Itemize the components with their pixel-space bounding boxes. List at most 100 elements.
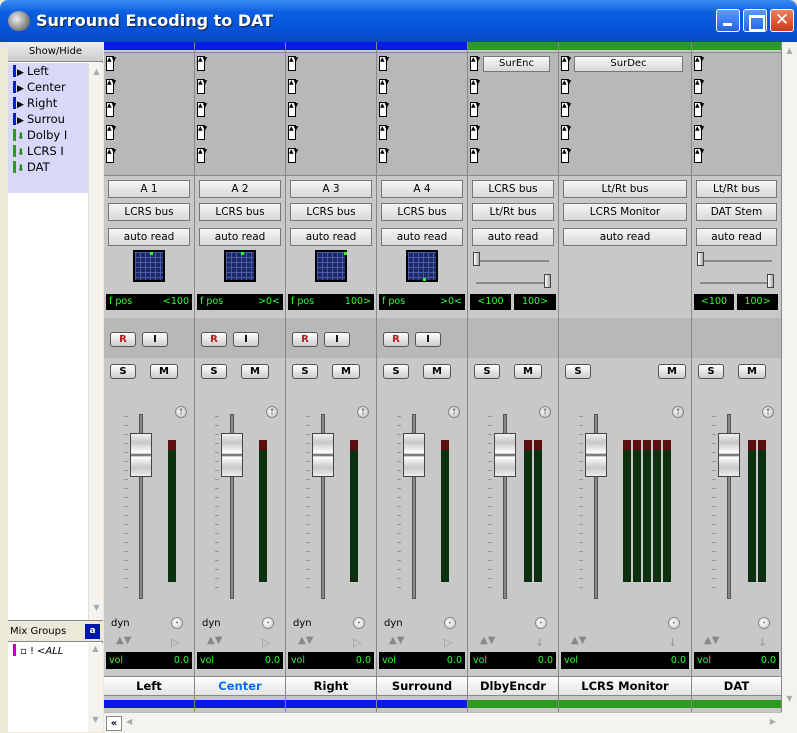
input-selector[interactable]: A 2 [199, 180, 281, 198]
pan-left-thumb[interactable] [473, 252, 480, 266]
track-name[interactable]: Center [195, 676, 285, 696]
volume-fader-handle[interactable] [130, 433, 152, 477]
insert-selector-icon[interactable]: ▲▼ [694, 79, 704, 94]
insert-selector-icon[interactable]: ▲▼ [288, 79, 298, 94]
insert-selector-icon[interactable]: ▲▼ [561, 125, 571, 140]
insert-selector-icon[interactable]: ▲▼ [694, 102, 704, 117]
insert-selector-icon[interactable]: ▲▼ [106, 79, 116, 94]
mute-button[interactable]: M [738, 364, 766, 379]
track-list-item[interactable]: ▶ Right [8, 95, 88, 111]
scroll-up-icon[interactable]: ▲ [783, 46, 796, 55]
nudge-arrows-icon[interactable]: ▲▼ [389, 635, 404, 646]
nudge-arrows-icon[interactable]: ▲▼ [116, 635, 131, 646]
output-arrow-icon[interactable]: ↓ [758, 636, 767, 649]
solo-button[interactable]: S [383, 364, 409, 379]
close-button[interactable]: ✕ [770, 9, 794, 32]
output-arrow-icon[interactable]: ▷ [444, 636, 452, 649]
vertical-scrollbar[interactable]: ▲ ▼ [782, 42, 797, 712]
send-knob-icon[interactable]: • [171, 617, 183, 629]
automation-mode-selector[interactable]: auto read [563, 228, 687, 246]
solo-button[interactable]: S [565, 364, 591, 379]
send-knob-icon[interactable]: • [262, 617, 274, 629]
record-enable-button[interactable]: R [383, 332, 409, 347]
panel-knob-icon[interactable]: † [672, 406, 684, 418]
insert-plugin-button[interactable]: SurDec [574, 56, 683, 72]
track-name[interactable]: Left [104, 676, 194, 696]
solo-button[interactable]: S [292, 364, 318, 379]
solo-button[interactable]: S [201, 364, 227, 379]
panel-knob-icon[interactable]: † [266, 406, 278, 418]
send-knob-icon[interactable]: • [758, 617, 770, 629]
track-name[interactable]: DAT [692, 676, 781, 696]
nudge-arrows-icon[interactable]: ▲▼ [571, 635, 586, 646]
insert-selector-icon[interactable]: ▲▼ [106, 125, 116, 140]
output-arrow-icon[interactable]: ▷ [262, 636, 270, 649]
scroll-down-icon[interactable]: ▼ [90, 601, 103, 615]
panel-knob-icon[interactable]: † [448, 406, 460, 418]
solo-button[interactable]: S [698, 364, 724, 379]
panel-knob-icon[interactable]: † [175, 406, 187, 418]
insert-selector-icon[interactable]: ▲▼ [561, 102, 571, 117]
output-selector[interactable]: LCRS bus [199, 203, 281, 221]
mix-groups-header[interactable]: Mix Groups a [8, 620, 103, 642]
insert-selector-icon[interactable]: ▲▼ [379, 125, 389, 140]
insert-selector-icon[interactable]: ▲▼ [197, 125, 207, 140]
insert-selector-icon[interactable]: ▲▼ [197, 56, 207, 71]
mix-group-row[interactable]: ▫ ! <ALL [8, 644, 88, 660]
insert-selector-icon[interactable]: ▲▼ [106, 102, 116, 117]
insert-selector-icon[interactable]: ▲▼ [694, 148, 704, 163]
input-monitor-button[interactable]: I [415, 332, 441, 347]
mute-button[interactable]: M [423, 364, 451, 379]
output-arrow-icon[interactable]: ▷ [171, 636, 179, 649]
insert-selector-icon[interactable]: ▲▼ [288, 102, 298, 117]
record-enable-button[interactable]: R [201, 332, 227, 347]
input-monitor-button[interactable]: I [142, 332, 168, 347]
insert-selector-icon[interactable]: ▲▼ [379, 102, 389, 117]
insert-selector-icon[interactable]: ▲▼ [470, 125, 480, 140]
output-selector[interactable]: LCRS bus [108, 203, 190, 221]
input-selector[interactable]: A 1 [108, 180, 190, 198]
insert-selector-icon[interactable]: ▲▼ [197, 102, 207, 117]
insert-selector-icon[interactable]: ▲▼ [694, 56, 704, 71]
input-monitor-button[interactable]: I [324, 332, 350, 347]
surround-panner[interactable] [133, 250, 165, 282]
insert-selector-icon[interactable]: ▲▼ [561, 56, 571, 71]
panel-knob-icon[interactable]: † [762, 406, 774, 418]
pan-right-thumb[interactable] [767, 274, 774, 288]
automation-mode-selector[interactable]: auto read [199, 228, 281, 246]
automation-mode-selector[interactable]: auto read [108, 228, 190, 246]
automation-mode-selector[interactable]: auto read [381, 228, 463, 246]
track-list-item[interactable]: ▶ Surrou [8, 111, 88, 127]
insert-selector-icon[interactable]: ▲▼ [470, 148, 480, 163]
record-enable-button[interactable]: R [292, 332, 318, 347]
automation-mode-selector[interactable]: auto read [472, 228, 554, 246]
insert-selector-icon[interactable]: ▲▼ [470, 56, 480, 71]
nudge-arrows-icon[interactable]: ▲▼ [704, 635, 719, 646]
volume-fader-handle[interactable] [585, 433, 607, 477]
insert-selector-icon[interactable]: ▲▼ [694, 125, 704, 140]
title-bar[interactable]: Surround Encoding to DAT ✕ [0, 0, 797, 42]
scroll-right-icon[interactable]: ▶ [770, 717, 776, 726]
output-arrow-icon[interactable]: ↓ [668, 636, 677, 649]
input-selector[interactable]: Lt/Rt bus [696, 180, 777, 198]
pan-left-track[interactable] [700, 260, 772, 262]
maximize-button[interactable] [743, 9, 767, 32]
volume-fader-handle[interactable] [718, 433, 740, 477]
output-selector[interactable]: DAT Stem [696, 203, 777, 221]
insert-selector-icon[interactable]: ▲▼ [197, 79, 207, 94]
surround-panner[interactable] [406, 250, 438, 282]
automation-mode-selector[interactable]: auto read [290, 228, 372, 246]
insert-selector-icon[interactable]: ▲▼ [106, 148, 116, 163]
track-list-item[interactable]: ⬇ DAT [8, 159, 88, 175]
nudge-arrows-icon[interactable]: ▲▼ [298, 635, 313, 646]
zoom-button[interactable]: « [106, 716, 122, 731]
volume-fader-handle[interactable] [221, 433, 243, 477]
output-arrow-icon[interactable]: ▷ [353, 636, 361, 649]
sort-az-icon[interactable]: a [85, 624, 100, 639]
surround-panner[interactable] [315, 250, 347, 282]
scroll-up-icon[interactable]: ▲ [90, 65, 103, 79]
track-list-item[interactable]: ▶ Center [8, 79, 88, 95]
panel-knob-icon[interactable]: † [539, 406, 551, 418]
volume-fader-handle[interactable] [494, 433, 516, 477]
input-selector[interactable]: A 4 [381, 180, 463, 198]
